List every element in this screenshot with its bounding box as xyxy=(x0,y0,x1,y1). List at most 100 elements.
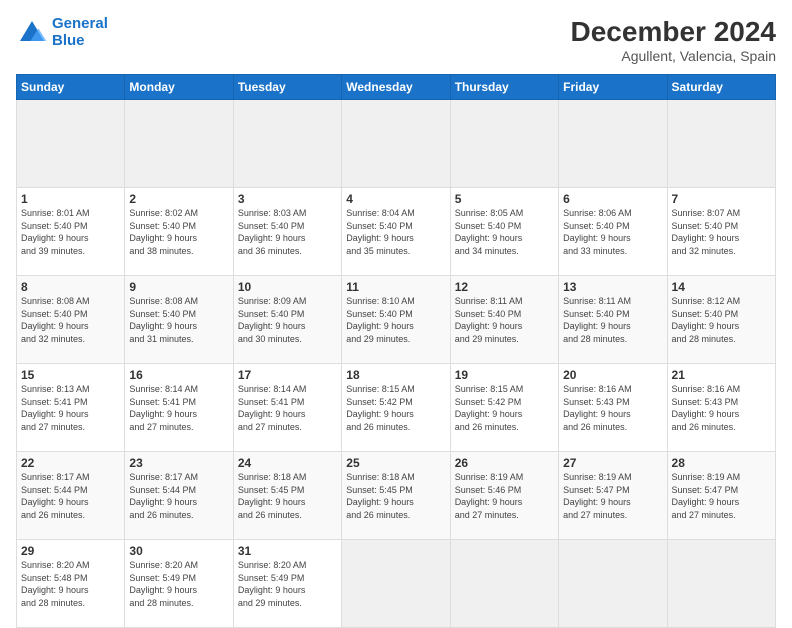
day-info: Sunrise: 8:18 AM Sunset: 5:45 PM Dayligh… xyxy=(346,471,445,521)
day-info: Sunrise: 8:19 AM Sunset: 5:47 PM Dayligh… xyxy=(672,471,771,521)
day-number: 24 xyxy=(238,456,337,470)
title-block: December 2024 Agullent, Valencia, Spain xyxy=(571,16,776,64)
calendar-cell: 18Sunrise: 8:15 AM Sunset: 5:42 PM Dayli… xyxy=(342,364,450,452)
day-number: 21 xyxy=(672,368,771,382)
day-info: Sunrise: 8:20 AM Sunset: 5:49 PM Dayligh… xyxy=(238,559,337,609)
logo-icon xyxy=(16,17,48,49)
day-number: 19 xyxy=(455,368,554,382)
calendar-week-row: 8Sunrise: 8:08 AM Sunset: 5:40 PM Daylig… xyxy=(17,276,776,364)
day-info: Sunrise: 8:16 AM Sunset: 5:43 PM Dayligh… xyxy=(563,383,662,433)
day-info: Sunrise: 8:16 AM Sunset: 5:43 PM Dayligh… xyxy=(672,383,771,433)
calendar-cell: 15Sunrise: 8:13 AM Sunset: 5:41 PM Dayli… xyxy=(17,364,125,452)
logo-general: General xyxy=(52,15,108,32)
day-info: Sunrise: 8:05 AM Sunset: 5:40 PM Dayligh… xyxy=(455,207,554,257)
day-info: Sunrise: 8:09 AM Sunset: 5:40 PM Dayligh… xyxy=(238,295,337,345)
day-number: 22 xyxy=(21,456,120,470)
day-info: Sunrise: 8:14 AM Sunset: 5:41 PM Dayligh… xyxy=(238,383,337,433)
calendar-cell xyxy=(125,100,233,188)
day-info: Sunrise: 8:11 AM Sunset: 5:40 PM Dayligh… xyxy=(455,295,554,345)
calendar-cell: 8Sunrise: 8:08 AM Sunset: 5:40 PM Daylig… xyxy=(17,276,125,364)
day-info: Sunrise: 8:20 AM Sunset: 5:48 PM Dayligh… xyxy=(21,559,120,609)
day-number: 15 xyxy=(21,368,120,382)
day-number: 2 xyxy=(129,192,228,206)
calendar-cell xyxy=(667,540,775,628)
calendar-cell: 9Sunrise: 8:08 AM Sunset: 5:40 PM Daylig… xyxy=(125,276,233,364)
day-number: 27 xyxy=(563,456,662,470)
day-number: 29 xyxy=(21,544,120,558)
day-number: 14 xyxy=(672,280,771,294)
calendar-cell xyxy=(667,100,775,188)
calendar-cell: 1Sunrise: 8:01 AM Sunset: 5:40 PM Daylig… xyxy=(17,188,125,276)
day-number: 3 xyxy=(238,192,337,206)
calendar-table: SundayMondayTuesdayWednesdayThursdayFrid… xyxy=(16,74,776,628)
calendar-cell: 21Sunrise: 8:16 AM Sunset: 5:43 PM Dayli… xyxy=(667,364,775,452)
calendar-cell: 26Sunrise: 8:19 AM Sunset: 5:46 PM Dayli… xyxy=(450,452,558,540)
day-info: Sunrise: 8:17 AM Sunset: 5:44 PM Dayligh… xyxy=(21,471,120,521)
calendar-cell: 6Sunrise: 8:06 AM Sunset: 5:40 PM Daylig… xyxy=(559,188,667,276)
calendar-cell: 16Sunrise: 8:14 AM Sunset: 5:41 PM Dayli… xyxy=(125,364,233,452)
day-number: 10 xyxy=(238,280,337,294)
calendar-cell: 30Sunrise: 8:20 AM Sunset: 5:49 PM Dayli… xyxy=(125,540,233,628)
col-header-sunday: Sunday xyxy=(17,75,125,100)
col-header-tuesday: Tuesday xyxy=(233,75,341,100)
calendar-cell: 2Sunrise: 8:02 AM Sunset: 5:40 PM Daylig… xyxy=(125,188,233,276)
day-info: Sunrise: 8:01 AM Sunset: 5:40 PM Dayligh… xyxy=(21,207,120,257)
calendar-cell: 12Sunrise: 8:11 AM Sunset: 5:40 PM Dayli… xyxy=(450,276,558,364)
day-info: Sunrise: 8:17 AM Sunset: 5:44 PM Dayligh… xyxy=(129,471,228,521)
day-number: 25 xyxy=(346,456,445,470)
calendar-cell: 25Sunrise: 8:18 AM Sunset: 5:45 PM Dayli… xyxy=(342,452,450,540)
calendar-cell xyxy=(342,100,450,188)
day-number: 20 xyxy=(563,368,662,382)
calendar-cell: 4Sunrise: 8:04 AM Sunset: 5:40 PM Daylig… xyxy=(342,188,450,276)
calendar-week-row: 15Sunrise: 8:13 AM Sunset: 5:41 PM Dayli… xyxy=(17,364,776,452)
day-info: Sunrise: 8:06 AM Sunset: 5:40 PM Dayligh… xyxy=(563,207,662,257)
calendar-week-row: 1Sunrise: 8:01 AM Sunset: 5:40 PM Daylig… xyxy=(17,188,776,276)
calendar-cell: 13Sunrise: 8:11 AM Sunset: 5:40 PM Dayli… xyxy=(559,276,667,364)
col-header-thursday: Thursday xyxy=(450,75,558,100)
calendar-cell xyxy=(233,100,341,188)
calendar-cell: 10Sunrise: 8:09 AM Sunset: 5:40 PM Dayli… xyxy=(233,276,341,364)
calendar-cell: 5Sunrise: 8:05 AM Sunset: 5:40 PM Daylig… xyxy=(450,188,558,276)
calendar-cell: 20Sunrise: 8:16 AM Sunset: 5:43 PM Dayli… xyxy=(559,364,667,452)
day-info: Sunrise: 8:14 AM Sunset: 5:41 PM Dayligh… xyxy=(129,383,228,433)
day-number: 13 xyxy=(563,280,662,294)
day-info: Sunrise: 8:13 AM Sunset: 5:41 PM Dayligh… xyxy=(21,383,120,433)
day-number: 1 xyxy=(21,192,120,206)
calendar-cell xyxy=(342,540,450,628)
header: General Blue December 2024 Agullent, Val… xyxy=(16,16,776,64)
calendar-cell xyxy=(450,540,558,628)
day-info: Sunrise: 8:04 AM Sunset: 5:40 PM Dayligh… xyxy=(346,207,445,257)
calendar-cell: 3Sunrise: 8:03 AM Sunset: 5:40 PM Daylig… xyxy=(233,188,341,276)
day-info: Sunrise: 8:08 AM Sunset: 5:40 PM Dayligh… xyxy=(129,295,228,345)
day-number: 18 xyxy=(346,368,445,382)
day-number: 31 xyxy=(238,544,337,558)
day-info: Sunrise: 8:19 AM Sunset: 5:46 PM Dayligh… xyxy=(455,471,554,521)
calendar-cell: 11Sunrise: 8:10 AM Sunset: 5:40 PM Dayli… xyxy=(342,276,450,364)
day-number: 16 xyxy=(129,368,228,382)
calendar-cell xyxy=(559,540,667,628)
calendar-cell: 17Sunrise: 8:14 AM Sunset: 5:41 PM Dayli… xyxy=(233,364,341,452)
calendar-cell: 23Sunrise: 8:17 AM Sunset: 5:44 PM Dayli… xyxy=(125,452,233,540)
day-info: Sunrise: 8:15 AM Sunset: 5:42 PM Dayligh… xyxy=(455,383,554,433)
day-info: Sunrise: 8:07 AM Sunset: 5:40 PM Dayligh… xyxy=(672,207,771,257)
day-number: 12 xyxy=(455,280,554,294)
day-number: 7 xyxy=(672,192,771,206)
calendar-cell: 29Sunrise: 8:20 AM Sunset: 5:48 PM Dayli… xyxy=(17,540,125,628)
day-info: Sunrise: 8:02 AM Sunset: 5:40 PM Dayligh… xyxy=(129,207,228,257)
col-header-friday: Friday xyxy=(559,75,667,100)
location-subtitle: Agullent, Valencia, Spain xyxy=(571,48,776,64)
day-info: Sunrise: 8:19 AM Sunset: 5:47 PM Dayligh… xyxy=(563,471,662,521)
col-header-monday: Monday xyxy=(125,75,233,100)
day-number: 26 xyxy=(455,456,554,470)
day-number: 5 xyxy=(455,192,554,206)
calendar-week-row: 22Sunrise: 8:17 AM Sunset: 5:44 PM Dayli… xyxy=(17,452,776,540)
day-number: 17 xyxy=(238,368,337,382)
day-info: Sunrise: 8:08 AM Sunset: 5:40 PM Dayligh… xyxy=(21,295,120,345)
calendar-cell: 19Sunrise: 8:15 AM Sunset: 5:42 PM Dayli… xyxy=(450,364,558,452)
calendar-cell xyxy=(559,100,667,188)
day-info: Sunrise: 8:20 AM Sunset: 5:49 PM Dayligh… xyxy=(129,559,228,609)
logo: General Blue xyxy=(16,16,108,49)
day-number: 6 xyxy=(563,192,662,206)
page: General Blue December 2024 Agullent, Val… xyxy=(0,0,792,612)
logo-blue: Blue xyxy=(52,32,85,49)
